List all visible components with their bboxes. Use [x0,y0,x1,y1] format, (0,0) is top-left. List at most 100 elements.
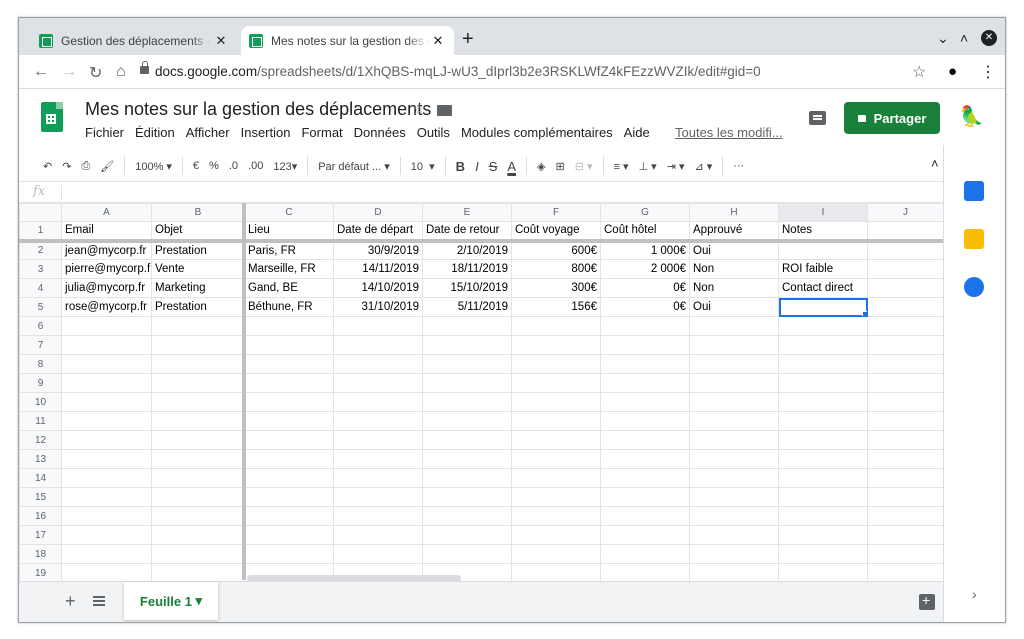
grid-cell[interactable] [61,544,152,564]
grid-cell[interactable] [867,487,944,507]
grid-cell[interactable]: 14/11/2019 [333,259,423,279]
grid-cell[interactable] [511,354,601,374]
grid-cell[interactable] [867,544,944,564]
grid-cell[interactable] [333,544,423,564]
fill-color-icon[interactable]: ◈ [537,160,545,173]
grid-cell[interactable] [422,354,512,374]
grid-cell[interactable]: 30/9/2019 [333,240,423,260]
grid-cell[interactable] [778,373,868,393]
grid-cell[interactable]: 300€ [511,278,601,298]
grid-cell[interactable] [151,506,245,526]
grid-cell[interactable] [422,525,512,545]
grid-cell[interactable] [244,316,334,336]
menu-modules[interactable]: Modules complémentaires [461,125,613,140]
grid-cell[interactable] [244,335,334,355]
text-wrap-icon[interactable]: ⇥ ▾ [667,160,685,173]
grid-cell[interactable]: julia@mycorp.fr [61,278,152,298]
grid-cell[interactable] [61,506,152,526]
row-header[interactable]: 8 [19,354,62,374]
decrease-decimals-button[interactable]: .0 [229,160,238,172]
row-header[interactable]: 16 [19,506,62,526]
grid-cell[interactable] [333,487,423,507]
grid-cell[interactable] [689,335,779,355]
grid-cell[interactable] [689,392,779,412]
close-tab-icon[interactable]: ✕ [213,33,229,49]
grid-cell[interactable] [600,449,690,469]
grid-cell[interactable] [422,449,512,469]
grid-cell[interactable]: Oui [689,297,779,317]
grid-cell[interactable]: 600€ [511,240,601,260]
currency-format-button[interactable]: € [193,160,199,172]
grid-cell[interactable] [333,430,423,450]
new-tab-button[interactable]: + [462,29,474,49]
grid-cell[interactable]: 15/10/2019 [422,278,512,298]
bold-button[interactable]: B [456,159,465,174]
borders-icon[interactable]: ⊞ [556,160,565,173]
grid-cell[interactable] [511,316,601,336]
grid-cell[interactable]: 800€ [511,259,601,279]
grid-cell[interactable] [600,373,690,393]
grid-cell[interactable] [151,563,245,583]
grid-cell[interactable] [333,392,423,412]
text-color-button[interactable]: A [507,159,516,174]
grid-cell[interactable] [778,354,868,374]
row-header[interactable]: 3 [19,259,62,279]
home-icon[interactable]: ⌂ [116,63,126,81]
grid-cell[interactable] [867,316,944,336]
grid-cell[interactable] [511,373,601,393]
print-icon[interactable]: ⎙ [81,160,90,173]
grid-cell[interactable] [61,487,152,507]
bookmark-star-icon[interactable]: ☆ [912,62,926,82]
grid-cell[interactable] [333,411,423,431]
grid-cell[interactable] [867,468,944,488]
document-title[interactable]: Mes notes sur la gestion des déplacement… [85,99,431,120]
grid-cell[interactable]: 31/10/2019 [333,297,423,317]
grid-cell[interactable]: 0€ [600,297,690,317]
grid-cell[interactable] [689,430,779,450]
row-header[interactable]: 6 [19,316,62,336]
paint-format-icon[interactable]: 🖌 [100,160,114,173]
grid-cell[interactable] [689,487,779,507]
grid-cell[interactable] [689,354,779,374]
grid-cell[interactable]: Email [61,221,152,243]
grid-cell[interactable] [244,354,334,374]
vertical-align-icon[interactable]: ⊥ ▾ [639,160,657,173]
italic-button[interactable]: I [475,159,479,174]
grid-cell[interactable]: Prestation [151,297,245,317]
row-header[interactable]: 10 [19,392,62,412]
grid-cell[interactable] [244,373,334,393]
star-icon[interactable]: ☆ [412,100,425,118]
grid-cell[interactable] [61,449,152,469]
grid-cell[interactable] [151,525,245,545]
grid-cell[interactable] [778,392,868,412]
grid-cell[interactable] [244,544,334,564]
extension-icon[interactable]: ● [948,63,957,80]
grid-cell[interactable] [422,506,512,526]
column-header[interactable]: H [689,203,779,222]
grid-cell[interactable] [600,506,690,526]
grid-cell[interactable] [778,563,868,583]
grid-cell[interactable] [778,335,868,355]
grid-cell[interactable] [333,468,423,488]
row-header[interactable]: 17 [19,525,62,545]
grid-cell[interactable] [422,316,512,336]
grid-cell[interactable] [867,278,944,298]
grid-cell[interactable]: Date de retour [422,221,512,243]
grid-cell[interactable] [600,487,690,507]
grid-cell[interactable] [778,468,868,488]
horizontal-align-icon[interactable]: ≡ ▾ [614,160,629,173]
column-header[interactable]: E [422,203,512,222]
grid-cell[interactable] [333,525,423,545]
frozen-column-divider[interactable] [242,203,246,580]
grid-cell[interactable] [61,335,152,355]
grid-cell[interactable]: Oui [689,240,779,260]
grid-cell[interactable] [867,221,944,243]
tasks-icon[interactable] [964,277,984,297]
grid-cell[interactable] [511,392,601,412]
grid-cell[interactable] [422,392,512,412]
close-window-button[interactable]: ✕ [981,30,997,46]
reload-icon[interactable]: ↻ [89,63,102,83]
chevron-up-icon[interactable]: ˄ [960,30,968,46]
chevron-right-icon[interactable]: › [972,586,977,602]
grid-cell[interactable] [778,240,868,260]
